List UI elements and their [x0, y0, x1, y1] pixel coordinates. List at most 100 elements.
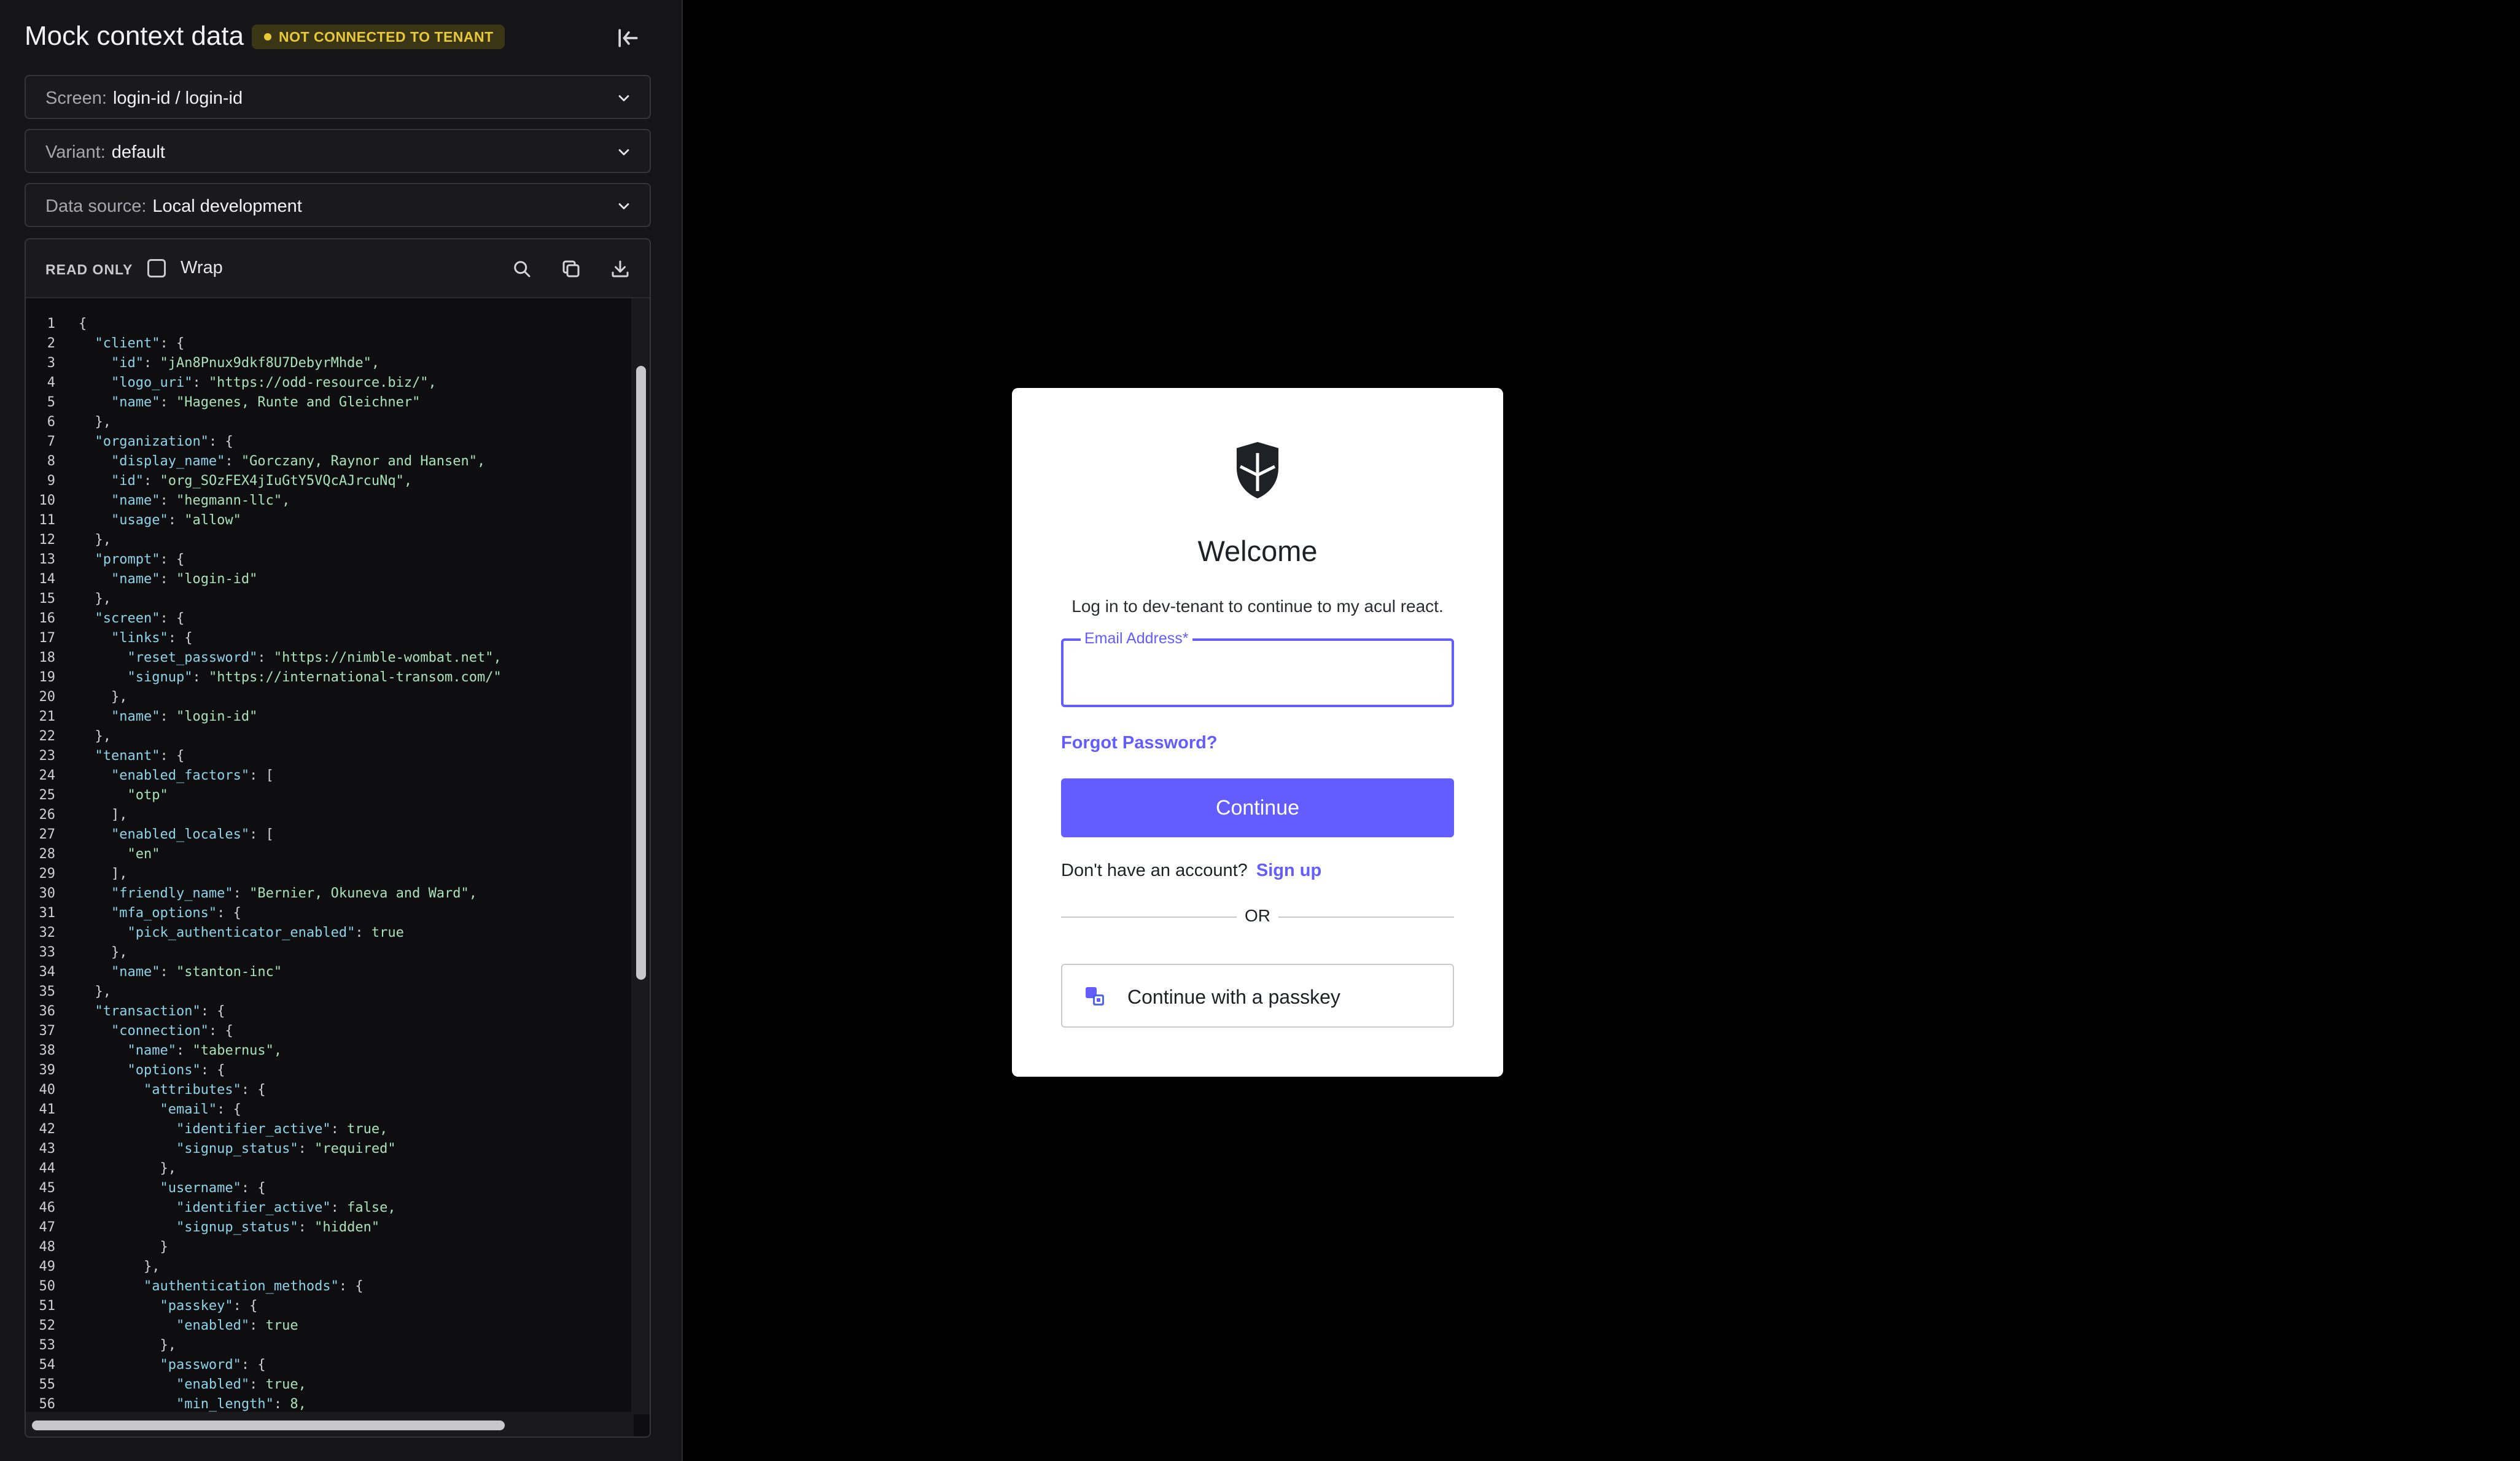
vertical-scrollbar[interactable] [631, 298, 650, 1414]
screen-select[interactable]: Screen: login-id / login-id [25, 75, 651, 119]
variant-select[interactable]: Variant: default [25, 129, 651, 173]
code-content[interactable]: 1{2 "client": {3 "id": "jAn8Pnux9dkf8U7D… [26, 298, 634, 1414]
line-number: 16 [39, 611, 56, 626]
code-text: "logo_uri": "https://odd-resource.biz/", [111, 375, 437, 390]
line-number: 2 [47, 336, 55, 351]
code-text: "enabled_factors": [ [111, 768, 274, 783]
data-source-select-value: Local development [152, 196, 302, 216]
code-line: 19 "signup": "https://international-tran… [26, 668, 634, 688]
code-text: "id": "jAn8Pnux9dkf8U7DebyrMhde", [111, 355, 380, 371]
horizontal-scrollbar-thumb[interactable] [32, 1420, 505, 1430]
line-number: 3 [47, 355, 55, 371]
line-number: 28 [39, 847, 56, 862]
code-line: 45 "username": { [26, 1179, 634, 1198]
code-line: 20 }, [26, 688, 634, 707]
code-text: }, [79, 729, 111, 744]
code-line: 18 "reset_password": "https://nimble-wom… [26, 648, 634, 668]
wrap-label[interactable]: Wrap [181, 258, 223, 278]
code-line: 9 "id": "org_SOzFEX4jIuGtY5VQcAJrcuNq", [26, 471, 634, 491]
line-number: 47 [39, 1220, 56, 1235]
code-text: "id": "org_SOzFEX4jIuGtY5VQcAJrcuNq", [111, 473, 413, 489]
line-number: 14 [39, 572, 56, 587]
line-number: 20 [39, 689, 56, 705]
code-text: "signup_status": "hidden" [176, 1220, 380, 1235]
code-line: 3 "id": "jAn8Pnux9dkf8U7DebyrMhde", [26, 354, 634, 373]
data-source-select[interactable]: Data source: Local development [25, 183, 651, 227]
code-text: "signup_status": "required" [176, 1141, 396, 1157]
copy-button[interactable] [560, 258, 582, 280]
collapse-panel-button[interactable] [614, 25, 641, 52]
code-text: "reset_password": "https://nimble-wombat… [127, 650, 502, 665]
vertical-scrollbar-thumb[interactable] [636, 366, 646, 980]
code-line: 43 "signup_status": "required" [26, 1139, 634, 1159]
code-text: "passkey": { [160, 1298, 258, 1314]
code-text: "screen": { [95, 611, 185, 626]
code-line: 1{ [26, 314, 634, 334]
line-number: 50 [39, 1279, 56, 1294]
download-button[interactable] [609, 258, 631, 280]
code-text: "password": { [160, 1357, 266, 1373]
code-text: "name": "Hagenes, Runte and Gleichner" [111, 395, 421, 410]
code-text: "attributes": { [143, 1082, 266, 1098]
code-text: "name": "tabernus", [127, 1043, 282, 1058]
code-text: "name": "login-id" [111, 572, 258, 587]
code-line: 4 "logo_uri": "https://odd-resource.biz/… [26, 373, 634, 393]
line-number: 17 [39, 630, 56, 646]
code-line: 39 "options": { [26, 1061, 634, 1080]
code-text: "options": { [127, 1063, 225, 1078]
line-number: 26 [39, 807, 56, 823]
code-text: "tenant": { [95, 748, 185, 764]
code-text: "enabled": true, [176, 1377, 306, 1392]
code-line: 22 }, [26, 727, 634, 746]
search-button[interactable] [511, 258, 533, 280]
code-line: 16 "screen": { [26, 609, 634, 629]
code-line: 32 "pick_authenticator_enabled": true [26, 923, 634, 943]
code-line: 55 "enabled": true, [26, 1375, 634, 1395]
code-text: "pick_authenticator_enabled": true [127, 925, 404, 940]
code-line: 10 "name": "hegmann-llc", [26, 491, 634, 511]
code-line: 24 "enabled_factors": [ [26, 766, 634, 786]
code-line: 8 "display_name": "Gorczany, Raynor and … [26, 452, 634, 471]
code-text: "identifier_active": true, [176, 1122, 388, 1137]
line-number: 33 [39, 945, 56, 960]
line-number: 52 [39, 1318, 56, 1333]
chevron-down-icon [618, 149, 629, 155]
code-line: 29 ], [26, 864, 634, 884]
line-number: 39 [39, 1063, 56, 1078]
continue-button[interactable]: Continue [1061, 778, 1454, 837]
line-number: 54 [39, 1357, 56, 1373]
email-input[interactable] [1076, 659, 1441, 691]
code-line: 5 "name": "Hagenes, Runte and Gleichner" [26, 393, 634, 413]
signup-row: Don't have an account? Sign up [1061, 861, 1321, 881]
line-number: 44 [39, 1161, 56, 1176]
passkey-button[interactable]: Continue with a passkey [1061, 964, 1454, 1028]
line-number: 22 [39, 729, 56, 744]
editor-toolbar: READ ONLY Wrap [26, 239, 650, 298]
screen-select-label: Screen: [45, 88, 107, 108]
code-text: }, [79, 414, 111, 430]
signup-link[interactable]: Sign up [1256, 861, 1321, 880]
email-field[interactable]: Email Address* [1061, 630, 1454, 707]
code-line: 35 }, [26, 982, 634, 1002]
code-text: "organization": { [95, 434, 233, 449]
line-number: 27 [39, 827, 56, 842]
line-number: 8 [47, 454, 55, 469]
line-number: 6 [47, 414, 55, 430]
code-text: "identifier_active": false, [176, 1200, 396, 1215]
code-line: 44 }, [26, 1159, 634, 1179]
horizontal-scrollbar[interactable] [26, 1412, 634, 1436]
code-text: "en" [79, 847, 160, 862]
variant-select-value: default [111, 142, 165, 162]
code-line: 15 }, [26, 589, 634, 609]
passkey-button-label: Continue with a passkey [1127, 986, 1340, 1008]
shield-logo-icon [1237, 442, 1278, 498]
code-text: }, [79, 945, 128, 960]
wrap-checkbox[interactable] [147, 259, 166, 277]
line-number: 1 [47, 316, 55, 331]
variant-select-label: Variant: [45, 142, 106, 162]
code-line: 7 "organization": { [26, 432, 634, 452]
search-icon [514, 261, 531, 277]
line-number: 34 [39, 964, 56, 980]
forgot-password-link[interactable]: Forgot Password? [1061, 733, 1218, 753]
code-text: "name": "stanton-inc" [111, 964, 282, 980]
